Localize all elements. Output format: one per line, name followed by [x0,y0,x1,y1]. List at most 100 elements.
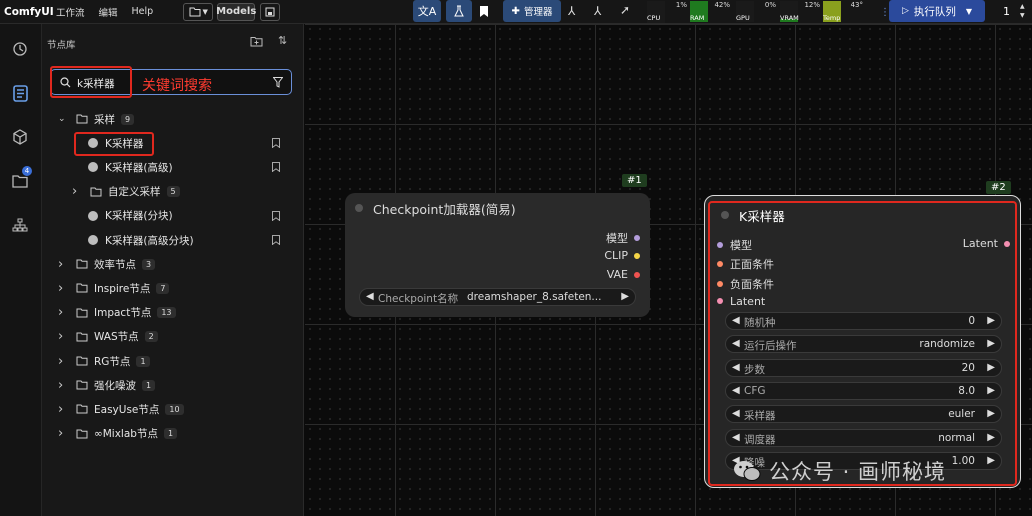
branch-icon[interactable]: ⅄ [594,4,601,18]
increment-arrow-icon[interactable]: ▶ [987,432,995,443]
chevron-right-icon[interactable]: › [72,184,84,199]
output-slot-clip[interactable]: CLIP [604,249,640,262]
chevron-right-icon[interactable]: › [58,257,70,272]
app-brand[interactable]: ComfyUI [0,6,56,18]
tree-folder[interactable]: ⌄ 采样 9 [58,110,288,128]
bookmark-icon[interactable] [272,210,280,221]
decrement-arrow-icon[interactable]: ◀ [732,315,740,326]
widget-3[interactable]: ◀ CFG 8.0 ▶ [725,381,1002,400]
workflows-icon[interactable]: 4 [9,166,32,192]
slot-dot[interactable] [634,252,640,259]
menu-edit[interactable]: 编辑 [99,5,118,19]
input-slot[interactable]: Latent [717,295,765,308]
tree-leaf-node[interactable]: K采样器(高级) [72,158,288,176]
queue-button[interactable]: ▷ 执行队列 ▼ [889,0,985,22]
node-library-icon[interactable] [9,82,31,104]
slot-dot[interactable] [634,235,640,241]
menu-help[interactable]: Help [132,6,154,17]
model-library-icon[interactable] [9,126,31,148]
tree-folder[interactable]: › WAS节点 2 [58,328,288,346]
workflow-dropdown-button[interactable]: ▼ [183,2,214,21]
ksampler-node[interactable]: K采样器 模型正面条件负面条件 Latent Latent ◀ 随机种 0 ▶ ◀ 运行后操… [704,195,1021,488]
bookmark-icon[interactable] [272,235,280,245]
chevron-right-icon[interactable]: › [58,426,70,441]
tree-leaf-node[interactable]: K采样器(分块) [72,207,288,225]
tree-folder[interactable]: › 自定义采样 5 [72,183,288,201]
widget-5[interactable]: ◀ 调度器 normal ▶ [725,428,1002,447]
increment-arrow-icon[interactable]: ▶ [621,291,629,302]
widget-1[interactable]: ◀ 运行后操作 randomize ▶ [725,335,1002,354]
templates-icon[interactable] [9,214,31,236]
share-icon[interactable]: ➚ [620,3,630,17]
chevron-right-icon[interactable]: › [58,354,70,369]
slot-dot[interactable] [717,280,723,287]
input-slot[interactable]: 正面条件 [717,256,774,272]
new-folder-icon[interactable] [250,36,263,50]
increment-arrow-icon[interactable]: ▶ [987,315,995,326]
tree-folder[interactable]: › ∞Mixlab节点 1 [58,425,288,443]
chevron-right-icon[interactable]: › [58,281,70,296]
decrement-arrow-icon[interactable]: ◀ [732,385,740,396]
output-slot-vae[interactable]: VAE [607,268,640,281]
checkpoint-name-widget[interactable]: ◀ Checkpoint名称 dreamshaper_8.safeten... … [359,288,636,306]
decrement-arrow-icon[interactable]: ◀ [366,291,374,302]
sort-icon[interactable]: ⇅ [278,34,287,47]
decrement-arrow-icon[interactable]: ◀ [732,362,740,373]
tree-folder[interactable]: › EasyUse节点 10 [58,400,288,418]
count-badge: 10 [165,403,184,415]
tree-folder[interactable]: › Impact节点 13 [58,304,288,322]
tree-folder[interactable]: › Inspire节点 7 [58,279,288,297]
chevron-right-icon[interactable]: › [58,402,70,417]
output-slot-model[interactable]: 模型 [606,230,640,246]
history-icon[interactable] [9,38,31,60]
chevron-right-icon[interactable]: › [58,305,70,320]
slot-dot[interactable] [1004,240,1010,247]
node-header[interactable]: K采样器 [705,202,1020,228]
node-graph-icon[interactable]: ⅄ [568,4,575,18]
collapse-dot[interactable] [721,211,729,219]
widget-0[interactable]: ◀ 随机种 0 ▶ [725,312,1002,330]
workflows-badge: 4 [22,166,32,176]
collapse-dot[interactable] [355,204,363,212]
increment-arrow-icon[interactable]: ▶ [987,408,995,419]
widget-4[interactable]: ◀ 采样器 euler ▶ [725,405,1002,424]
tree-leaf-node[interactable]: K采样器(高级分块) [72,231,288,249]
decrement-arrow-icon[interactable]: ◀ [732,432,740,443]
batch-count-field[interactable]: 1 [1003,5,1010,18]
input-slot[interactable]: 负面条件 [717,276,774,292]
bookmark-icon[interactable] [272,138,280,149]
slot-dot[interactable] [717,261,723,268]
filter-icon[interactable] [273,77,283,88]
models-button[interactable]: Models [216,2,256,21]
slot-dot[interactable] [717,242,723,248]
increment-arrow-icon[interactable]: ▶ [987,338,995,349]
translate-button[interactable]: 文A [413,0,441,22]
slot-dot[interactable] [717,298,723,305]
output-slot-latent[interactable]: Latent [963,237,1010,250]
input-slot[interactable]: 模型 [717,237,752,253]
menu-workflow[interactable]: 工作流 [56,5,85,19]
checkpoint-loader-node[interactable]: Checkpoint加载器(简易) 模型 CLIP VAE ◀ Checkpoi… [345,193,650,317]
bookmark-icon[interactable] [480,6,488,17]
tree-folder[interactable]: › 强化噪波 1 [58,376,288,394]
node-header[interactable]: Checkpoint加载器(简易) [345,193,650,223]
graph-canvas[interactable]: #1 Checkpoint加载器(简易) 模型 CLIP VAE ◀ Check… [305,24,1032,516]
increment-arrow-icon[interactable]: ▶ [987,362,995,373]
chevron-down-icon[interactable]: ⌄ [58,114,70,124]
decrement-arrow-icon[interactable]: ◀ [732,338,740,349]
tree-folder[interactable]: › RG节点 1 [58,352,288,370]
widget-2[interactable]: ◀ 步数 20 ▶ [725,358,1002,377]
increment-arrow-icon[interactable]: ▶ [987,385,995,396]
slot-dot[interactable] [634,271,640,278]
flask-button[interactable] [446,0,472,22]
save-icon[interactable] [260,2,281,21]
chevron-right-icon[interactable]: › [58,378,70,393]
chevron-down-icon[interactable]: ▼ [966,7,972,16]
chevron-right-icon[interactable]: › [58,329,70,344]
manager-button[interactable]: ✚ 管理器 [503,0,561,22]
increment-arrow-icon[interactable]: ▶ [987,455,995,466]
bookmark-icon[interactable] [272,162,280,173]
batch-stepper[interactable]: ▲ ▼ [1020,2,1025,20]
tree-folder[interactable]: › 效率节点 3 [58,255,288,273]
decrement-arrow-icon[interactable]: ◀ [732,408,740,419]
